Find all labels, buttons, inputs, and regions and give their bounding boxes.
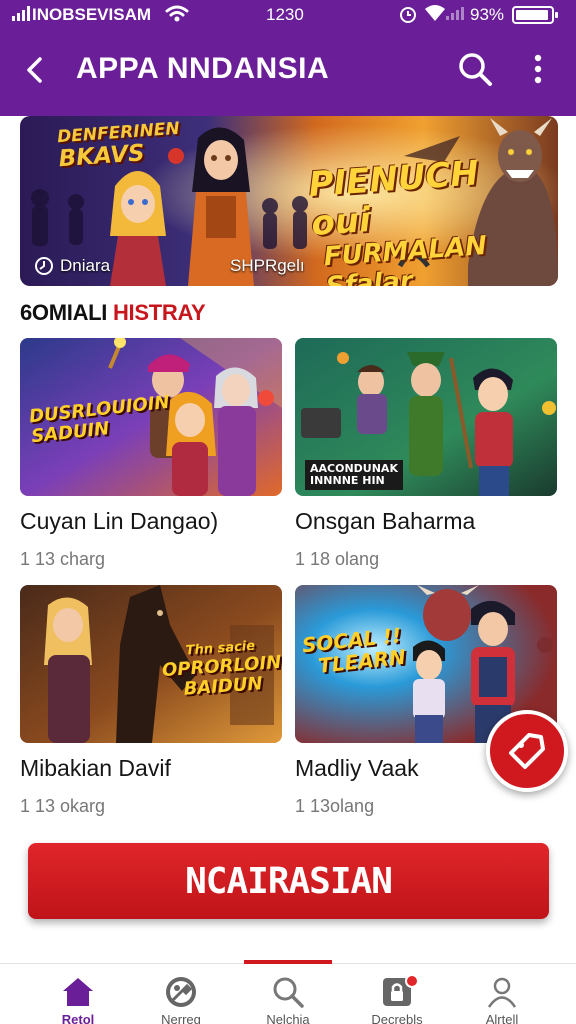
- clock-outline-icon: [35, 257, 53, 275]
- signal-icon: [12, 6, 30, 21]
- tag-icon: [509, 733, 545, 769]
- status-bar: INOBSEVISAM 1230 93%: [0, 0, 576, 30]
- search-icon: [273, 977, 304, 1008]
- hero-banner[interactable]: DENFERINEN BKAVS PIENUCH oui FURMALAN Sf…: [20, 116, 558, 286]
- profile-icon: [487, 977, 517, 1008]
- game-meta: 1 13olang: [295, 796, 375, 816]
- app-header: APPA NNDANSIA: [0, 30, 576, 116]
- game-meta: 1 18 olang: [295, 549, 380, 569]
- cellular-icon: [446, 6, 464, 20]
- primary-cta-button[interactable]: NCAIRASIAN: [28, 843, 549, 919]
- thumb-caption: AACONDUNAK INNNNE HIN: [305, 460, 403, 491]
- back-arrow-icon[interactable]: [18, 52, 54, 88]
- hero-caption-left-text: Dniara: [60, 256, 111, 275]
- alarm-icon: [400, 7, 416, 23]
- game-card[interactable]: AACONDUNAK INNNNE HIN Onsgan Baharma 1 1…: [295, 338, 557, 570]
- hero-caption-left: Dniara: [34, 256, 110, 276]
- hero-title: PIENUCH oui FURMALAN Sfalar: [307, 150, 546, 286]
- game-meta: 1 13 okarg: [20, 796, 106, 816]
- thumb-caption-line1: AACONDUNAK: [310, 462, 398, 475]
- tools-icon: [166, 977, 196, 1007]
- section-title-main: 6OMIALI: [20, 300, 113, 325]
- game-thumbnail[interactable]: Thn sacie OPRORLOIN BAIDUN: [20, 585, 282, 743]
- bottom-navigation: Retol Nerreg Nelchia Decrebls Alrtell: [0, 960, 576, 1024]
- game-meta: 1 13 charg: [20, 549, 106, 569]
- notification-badge: [405, 974, 419, 988]
- game-card[interactable]: DUSRLOUIOIN SADUIN Cuyan Lin Dangao) 1 1…: [20, 338, 282, 570]
- section-title-accent: HISTRAY: [112, 300, 206, 325]
- wifi-icon: [165, 5, 189, 22]
- thumb-caption: SOCAL !! TLEARN: [301, 623, 407, 678]
- battery-icon: [512, 6, 558, 24]
- thumb-caption-line2: INNNNE HIN: [310, 474, 385, 488]
- wifi-strong-icon: [425, 5, 445, 21]
- nav-label: Alrtell: [485, 1012, 519, 1024]
- game-card[interactable]: Thn sacie OPRORLOIN BAIDUN Mibakian Davi…: [20, 585, 282, 817]
- section-title: 6OMIALI HISTRAY: [20, 300, 206, 326]
- search-icon[interactable]: [456, 50, 494, 88]
- carrier-label: INOBSEVISAM: [32, 5, 152, 24]
- nav-label: Nelchia: [266, 1012, 310, 1024]
- page-title: APPA NNDANSIA: [76, 52, 330, 85]
- nav-item-tools[interactable]: Nerreg: [131, 974, 231, 1024]
- hero-logo-line2: BKAVS: [57, 139, 146, 172]
- nav-item-search[interactable]: Nelchia: [238, 974, 338, 1024]
- nav-label: Retol: [61, 1012, 95, 1024]
- more-vertical-icon[interactable]: [522, 50, 554, 88]
- game-title[interactable]: Mibakian Davif: [20, 755, 282, 782]
- hero-logo: DENFERINEN BKAVS: [57, 119, 182, 172]
- thumb-caption: Thn sacie OPRORLOIN BAIDUN: [160, 633, 282, 701]
- nav-indicator: [244, 960, 332, 964]
- nav-item-locked[interactable]: Decrebls: [347, 974, 447, 1024]
- home-icon: [63, 978, 93, 1006]
- battery-percent: 93%: [470, 5, 505, 24]
- game-title[interactable]: Cuyan Lin Dangao): [20, 508, 282, 535]
- battery-fill: [516, 10, 548, 20]
- game-thumbnail[interactable]: DUSRLOUIOIN SADUIN: [20, 338, 282, 496]
- hero-caption-right: SHPRgelı: [230, 256, 305, 275]
- floating-action-button[interactable]: [486, 710, 568, 792]
- nav-item-profile[interactable]: Alrtell: [452, 974, 552, 1024]
- nav-label: Nerreg: [161, 1012, 201, 1024]
- game-thumbnail[interactable]: AACONDUNAK INNNNE HIN: [295, 338, 557, 496]
- nav-label: Decrebls: [371, 1012, 423, 1024]
- game-title[interactable]: Onsgan Baharma: [295, 508, 557, 535]
- nav-item-home[interactable]: Retol: [28, 974, 128, 1024]
- clock-time: 1230: [266, 5, 304, 24]
